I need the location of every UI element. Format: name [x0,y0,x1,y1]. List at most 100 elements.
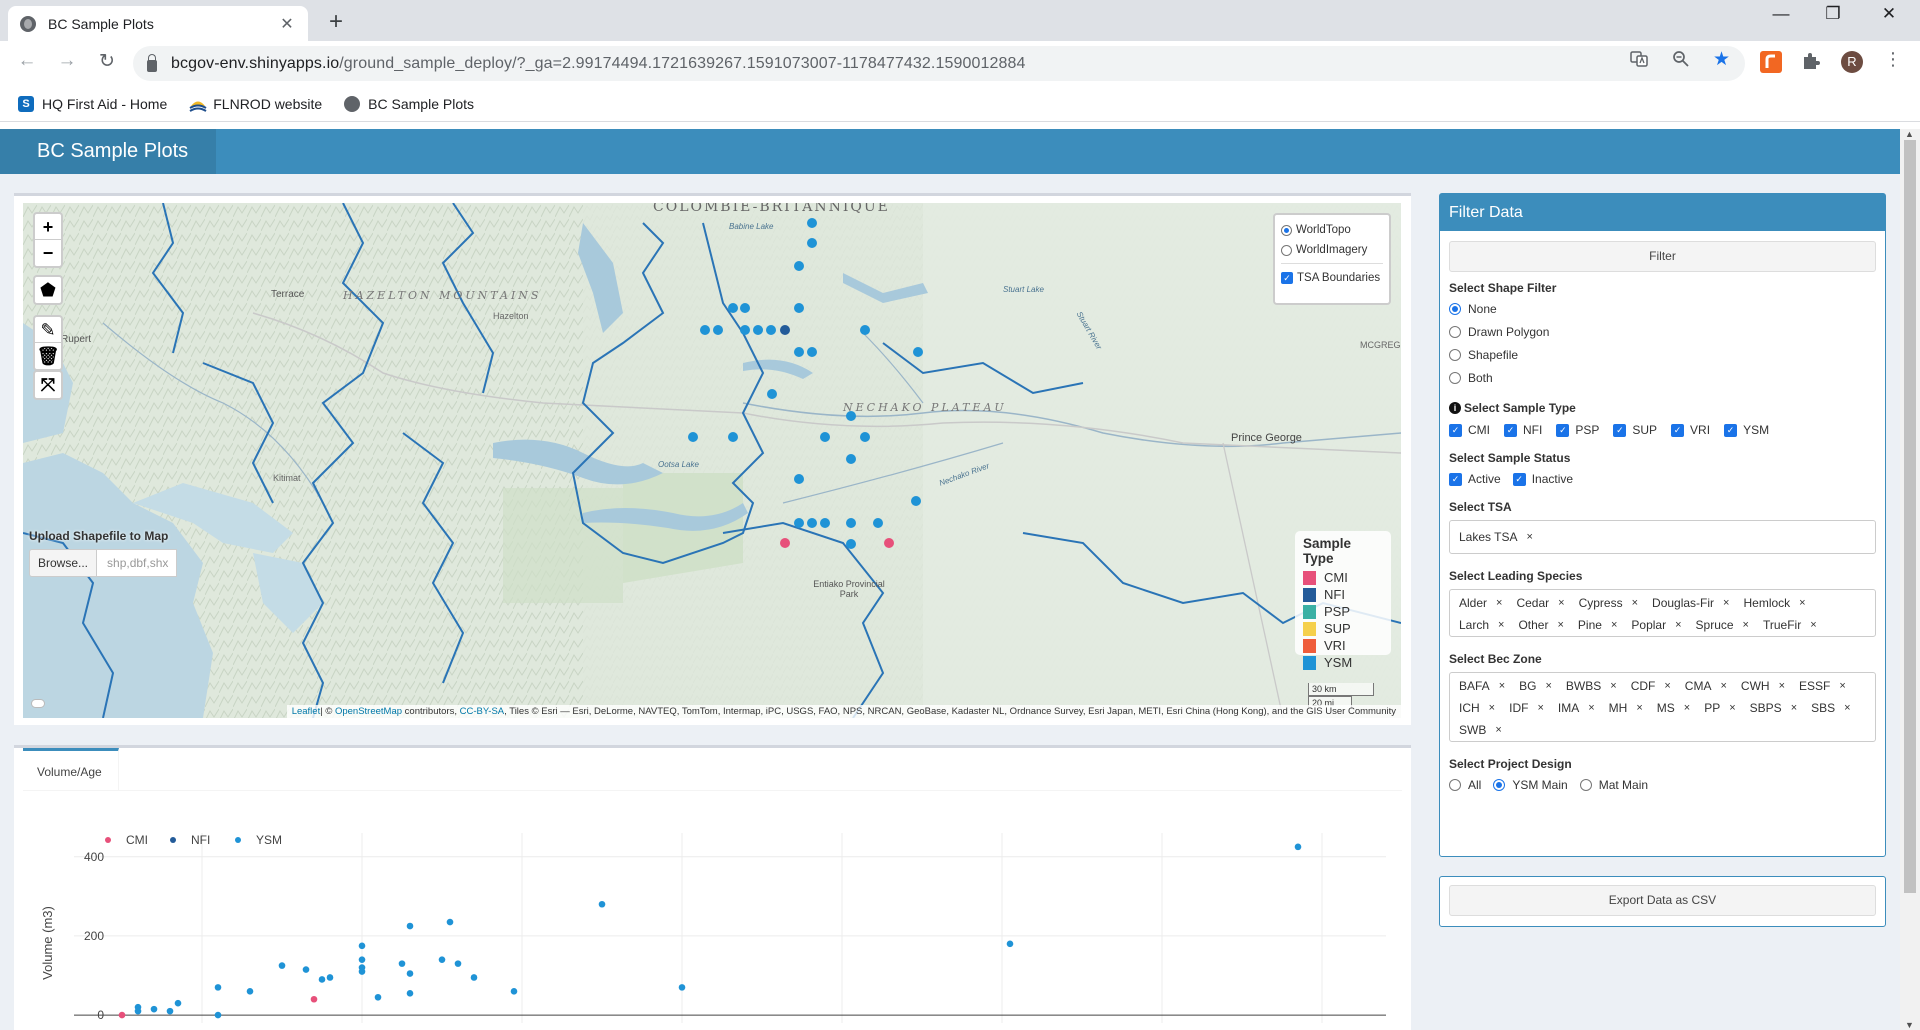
layer-tsa-boundaries[interactable]: ✓ TSA Boundaries [1281,268,1383,288]
tsa-select[interactable]: Lakes TSA × [1449,520,1876,554]
license-link[interactable]: CC-BY-SA [460,706,505,717]
back-arrow-icon[interactable]: ← [14,50,40,72]
remove-chip-icon[interactable]: × [1799,597,1805,609]
remove-chip-icon[interactable]: × [1499,680,1505,692]
bookmark-bc-sample-plots[interactable]: BC Sample Plots [344,95,474,112]
data-point [150,1005,158,1013]
remove-chip-icon[interactable]: × [1545,680,1551,692]
radio-icon [1449,372,1461,384]
remove-chip-icon[interactable]: × [1495,724,1501,736]
draw-polygon-icon[interactable]: ⬟ [35,277,61,303]
shape-option-both[interactable]: Both [1449,371,1876,385]
shape-option-shapefile[interactable]: Shapefile [1449,348,1876,362]
layer-worldimagery[interactable]: WorldImagery [1281,240,1383,260]
checkbox-psp[interactable]: ✓ PSP [1556,423,1599,437]
remove-chip-icon[interactable]: × [1839,680,1845,692]
design-option-ysm-main[interactable]: YSM Main [1493,778,1568,792]
app-title[interactable]: BC Sample Plots [0,129,216,174]
map-toggle-icon[interactable] [31,699,45,708]
close-window-button[interactable]: ✕ [1866,4,1912,24]
info-icon[interactable]: i [1449,402,1461,414]
leaflet-link[interactable]: Leaflet [292,706,321,717]
shape-option-drawn-polygon[interactable]: Drawn Polygon [1449,325,1876,339]
checkbox-ysm[interactable]: ✓ YSM [1724,423,1769,437]
address-bar[interactable]: bcgov-env.shinyapps.io/ground_sample_dep… [133,46,1745,81]
zoom-in-button[interactable]: + [35,214,61,240]
bookmark-hq-first-aid[interactable]: S HQ First Aid - Home [18,95,167,112]
checkbox-icon: ✓ [1613,423,1627,437]
selected-chip: BG × [1514,677,1557,695]
volume-age-chart[interactable]: 20304050607080900200400Volume (m3)CMINFI… [14,748,1411,1030]
species-select[interactable]: Alder × Cedar × Cypress × Douglas-Fir × Heml… [1449,589,1876,637]
chart-legend-marker [235,837,241,843]
checkbox-nfi[interactable]: ✓ NFI [1504,423,1542,437]
remove-chip-icon[interactable]: × [1611,619,1617,631]
edit-layers-icon[interactable]: ✎ [35,317,61,343]
remove-chip-icon[interactable]: × [1537,702,1543,714]
remove-chip-icon[interactable]: × [1526,531,1532,543]
bec-zone-select[interactable]: BAFA × BG × BWBS × CDF × CMA × CWH × ESSF × ICH… [1449,672,1876,742]
remove-chip-icon[interactable]: × [1496,597,1502,609]
zoom-icon[interactable] [1672,50,1690,73]
remove-chip-icon[interactable]: × [1723,597,1729,609]
zoom-out-button[interactable]: − [35,240,61,266]
shape-option-none[interactable]: None [1449,302,1876,316]
remove-chip-icon[interactable]: × [1632,597,1638,609]
minimize-button[interactable]: — [1758,4,1804,24]
remove-chip-icon[interactable]: × [1489,702,1495,714]
checkbox-sup[interactable]: ✓ SUP [1613,423,1657,437]
reload-icon[interactable]: ↻ [94,50,120,73]
remove-chip-icon[interactable]: × [1743,619,1749,631]
checkbox-inactive[interactable]: ✓ Inactive [1512,472,1574,486]
checkbox-active[interactable]: ✓ Active [1449,472,1501,486]
menu-kebab-icon[interactable]: ⋮ [1882,49,1904,71]
remove-chip-icon[interactable]: × [1557,619,1563,631]
close-tab-icon[interactable]: ✕ [278,14,296,34]
checkbox-vri[interactable]: ✓ VRI [1671,423,1710,437]
remove-chip-icon[interactable]: × [1675,619,1681,631]
export-csv-button[interactable]: Export Data as CSV [1449,885,1876,916]
scroll-up-icon[interactable]: ▲ [1905,129,1914,139]
remove-chip-icon[interactable]: × [1558,597,1564,609]
extensions-puzzle-icon[interactable] [1800,51,1822,73]
remove-chip-icon[interactable]: × [1791,702,1797,714]
file-name-field[interactable]: shp,dbf,shx [97,549,178,577]
remove-chip-icon[interactable]: × [1498,619,1504,631]
remove-chip-icon[interactable]: × [1588,702,1594,714]
extension-r-icon[interactable] [1760,51,1782,73]
scrollbar-thumb[interactable] [1904,140,1916,893]
option-label: Inactive [1531,472,1574,486]
browse-button[interactable]: Browse... [29,549,98,577]
translate-icon[interactable] [1630,50,1648,73]
bookmark-star-icon[interactable]: ★ [1713,48,1730,71]
layer-worldtopo[interactable]: WorldTopo [1281,220,1383,240]
design-option-all[interactable]: All [1449,778,1481,792]
forward-arrow-icon[interactable]: → [54,50,80,72]
osm-link[interactable]: OpenStreetMap [335,706,402,717]
misc-toolbar: ⤧ [33,370,63,400]
filter-button[interactable]: Filter [1449,241,1876,272]
remove-chip-icon[interactable]: × [1720,680,1726,692]
remove-chip-icon[interactable]: × [1610,680,1616,692]
browser-tab[interactable]: BC Sample Plots ✕ [8,6,308,41]
checkbox-cmi[interactable]: ✓ CMI [1449,423,1490,437]
profile-avatar[interactable]: R [1841,51,1863,73]
data-point [1006,940,1014,948]
remove-chip-icon[interactable]: × [1684,702,1690,714]
remove-chip-icon[interactable]: × [1779,680,1785,692]
design-option-mat-main[interactable]: Mat Main [1579,778,1648,792]
remove-chip-icon[interactable]: × [1729,702,1735,714]
maximize-button[interactable]: ❐ [1810,4,1856,24]
remove-chip-icon[interactable]: × [1664,680,1670,692]
delete-layers-icon[interactable]: 🗑 [35,343,61,369]
remove-chip-icon[interactable]: × [1844,702,1850,714]
bookmark-flnrod[interactable]: FLNROD website [189,96,322,112]
remove-chip-icon[interactable]: × [1636,702,1642,714]
selected-chip: ESSF × [1794,677,1851,695]
scroll-down-icon[interactable]: ▼ [1905,1020,1914,1030]
page-scrollbar[interactable]: ▲ ▼ [1900,129,1920,1030]
new-tab-button[interactable]: + [322,8,350,36]
remove-chip-icon[interactable]: × [1810,619,1816,631]
fullscreen-icon[interactable]: ⤧ [35,372,61,398]
leaflet-map[interactable]: COLOMBIE-BRITANNIQUE HAZELTON MOUNTAINS … [23,203,1401,718]
